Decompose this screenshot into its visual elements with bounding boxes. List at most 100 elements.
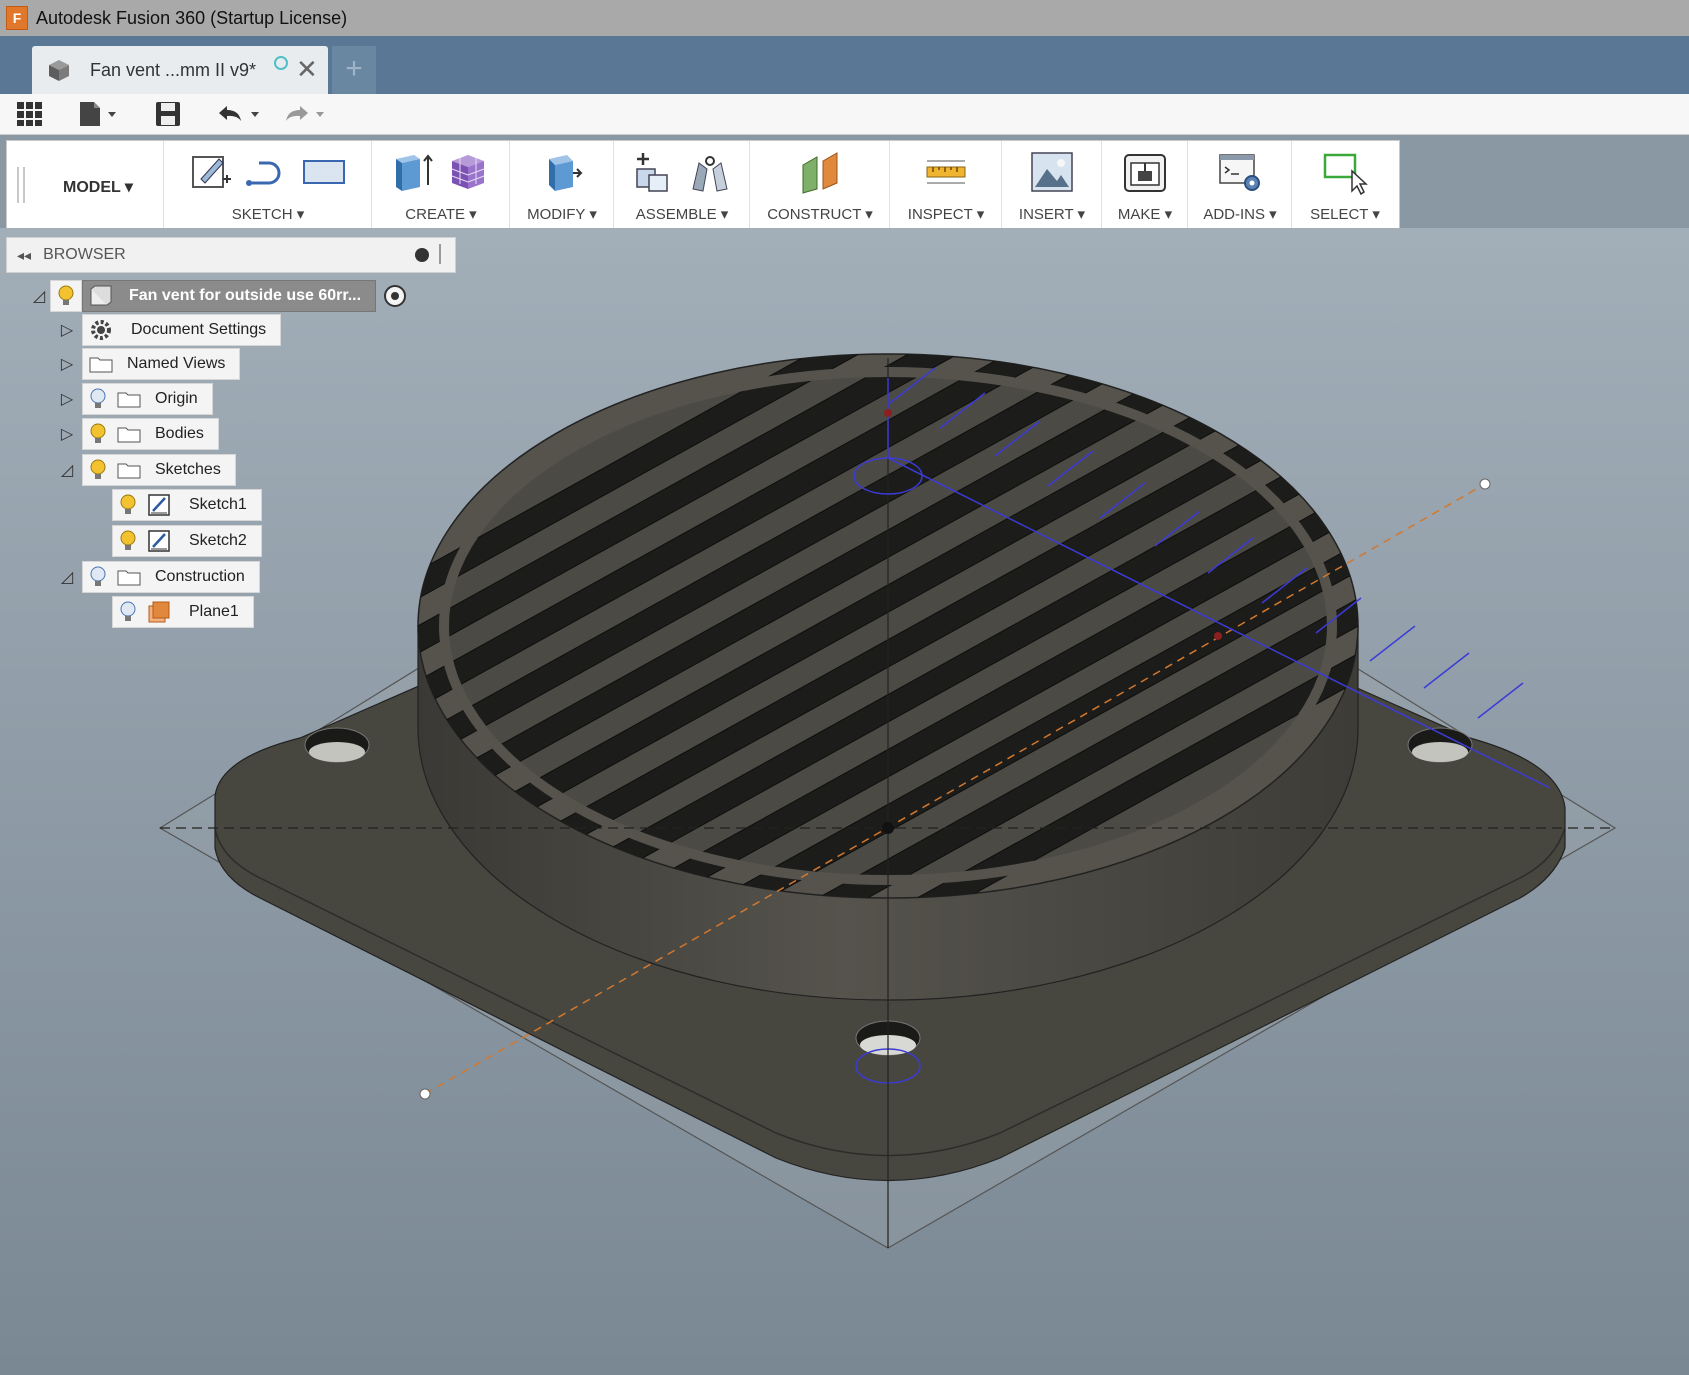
document-settings-label: Document Settings [131, 321, 267, 338]
folder-icon [89, 357, 113, 373]
rectangle-icon[interactable] [301, 149, 347, 195]
collapsed-triangle-icon[interactable]: ▷ [56, 319, 78, 341]
file-menu-icon[interactable] [78, 100, 120, 128]
design-cube-icon [49, 60, 69, 81]
select-menu-label: SELECT ▾ [1310, 206, 1380, 223]
browser-item-sketch1[interactable]: Sketch1 [112, 489, 262, 521]
browser-item-sketches[interactable]: ◿ Sketches [56, 454, 236, 486]
new-tab-button[interactable]: + [332, 46, 376, 94]
origin-pill[interactable]: Origin [82, 383, 213, 415]
undo-icon[interactable] [215, 100, 263, 128]
construct-group[interactable]: CONSTRUCT ▾ [749, 141, 890, 229]
inspect-group[interactable]: INSPECT ▾ [889, 141, 1002, 229]
scripts-addins-icon[interactable] [1217, 149, 1263, 195]
browser-item-origin[interactable]: ▷ Origin [56, 383, 213, 415]
collapsed-triangle-icon[interactable]: ▷ [56, 423, 78, 445]
sketch-icon [148, 494, 170, 516]
browser-root-node[interactable]: ◿ Fan vent for outside use 60rr... [28, 280, 408, 312]
lightbulb-off-icon[interactable] [119, 601, 137, 623]
named-views-label: Named Views [127, 355, 226, 372]
create-sketch-icon[interactable] [189, 149, 235, 195]
browser-item-document-settings[interactable]: ▷ Document Settings [56, 314, 282, 346]
document-tab-label: Fan vent ...mm II v9* [90, 59, 257, 80]
collapsed-triangle-icon[interactable]: ▷ [56, 388, 78, 410]
sketch2-pill[interactable]: Sketch2 [112, 525, 262, 557]
expanded-triangle-icon[interactable]: ◿ [56, 566, 78, 588]
lightbulb-off-icon[interactable] [89, 388, 107, 410]
construction-pill[interactable]: Construction [82, 561, 260, 593]
document-tab[interactable]: Fan vent ...mm II v9* ✕ [32, 46, 328, 94]
window-title: Autodesk Fusion 360 (Startup License) [36, 7, 348, 28]
folder-icon [117, 427, 141, 443]
component-icon [90, 285, 112, 306]
lightbulb-on-icon[interactable] [89, 459, 107, 481]
lightbulb-on-icon[interactable] [119, 530, 137, 552]
plane1-pill[interactable]: Plane1 [112, 596, 254, 628]
add-ins-menu-label: ADD-INS ▾ [1203, 206, 1277, 223]
browser-item-sketch2[interactable]: Sketch2 [112, 525, 262, 557]
select-group[interactable]: SELECT ▾ [1291, 141, 1398, 229]
bodies-pill[interactable]: Bodies [82, 418, 219, 450]
toolbar-grip[interactable] [17, 167, 25, 203]
make-menu-label: MAKE ▾ [1117, 206, 1173, 223]
bodies-label: Bodies [155, 425, 204, 442]
folder-icon [117, 392, 141, 408]
activate-component-icon[interactable] [382, 283, 408, 309]
collapsed-triangle-icon[interactable]: ▷ [56, 353, 78, 375]
create-menu-label: CREATE ▾ [405, 206, 477, 223]
construction-plane-icon [148, 601, 170, 623]
browser-item-construction[interactable]: ◿ Construction [56, 561, 260, 593]
sketch1-pill[interactable]: Sketch1 [112, 489, 262, 521]
offset-plane-icon[interactable] [797, 149, 843, 195]
expanded-triangle-icon[interactable]: ◿ [28, 285, 50, 307]
make-group[interactable]: MAKE ▾ [1101, 141, 1188, 229]
sketch2-label: Sketch2 [189, 532, 247, 549]
redo-icon[interactable] [280, 100, 328, 128]
browser-options-icon[interactable] [415, 248, 429, 262]
sketch1-label: Sketch1 [189, 496, 247, 513]
insert-group[interactable]: INSERT ▾ [1001, 141, 1102, 229]
save-icon[interactable] [155, 100, 181, 128]
sync-status-icon [274, 56, 288, 70]
select-icon[interactable] [1322, 149, 1368, 195]
browser-resize-handle[interactable] [439, 244, 441, 264]
lightbulb-on-icon [58, 285, 74, 305]
add-ins-group[interactable]: ADD-INS ▾ [1187, 141, 1292, 229]
sketch-group[interactable]: SKETCH ▾ [163, 141, 372, 229]
expanded-triangle-icon[interactable]: ◿ [56, 459, 78, 481]
press-pull-icon[interactable] [539, 149, 585, 195]
insert-menu-label: INSERT ▾ [1018, 206, 1086, 223]
browser-item-bodies[interactable]: ▷ Bodies [56, 418, 219, 450]
root-component[interactable]: Fan vent for outside use 60rr... [82, 280, 377, 312]
joint-icon[interactable] [687, 149, 733, 195]
sketches-pill[interactable]: Sketches [82, 454, 236, 486]
browser-item-plane1[interactable]: Plane1 [112, 596, 254, 628]
lightbulb-on-icon[interactable] [89, 423, 107, 445]
title-bar: F Autodesk Fusion 360 (Startup License) [0, 0, 1689, 36]
assemble-group[interactable]: ASSEMBLE ▾ [613, 141, 750, 229]
insert-image-icon[interactable] [1029, 149, 1075, 195]
create-group[interactable]: CREATE ▾ [371, 141, 510, 229]
root-component-label: Fan vent for outside use 60rr... [129, 287, 362, 304]
lightbulb-on-icon[interactable] [119, 494, 137, 516]
collapse-browser-button[interactable]: ◂◂ [17, 247, 31, 264]
named-views-pill[interactable]: Named Views [82, 348, 241, 380]
line-arc-icon[interactable] [245, 149, 291, 195]
visibility-toggle[interactable] [50, 280, 82, 312]
3d-viewport[interactable] [0, 228, 1689, 1375]
new-component-icon[interactable] [631, 149, 677, 195]
lightbulb-off-icon[interactable] [89, 566, 107, 588]
document-settings-pill[interactable]: Document Settings [82, 314, 282, 346]
close-tab-button[interactable]: ✕ [296, 54, 318, 84]
inspect-menu-label: INSPECT ▾ [907, 206, 985, 223]
modify-menu-label: MODIFY ▾ [527, 206, 597, 223]
data-panel-grid-icon[interactable] [16, 100, 44, 128]
3d-print-icon[interactable] [1122, 149, 1168, 195]
form-icon[interactable] [446, 149, 492, 195]
extrude-icon[interactable] [390, 149, 436, 195]
browser-item-named-views[interactable]: ▷ Named Views [56, 348, 241, 380]
fusion-logo-icon: F [6, 6, 28, 30]
workspace-switcher[interactable]: MODEL ▾ [63, 177, 133, 197]
measure-icon[interactable] [923, 149, 969, 195]
modify-group[interactable]: MODIFY ▾ [509, 141, 614, 229]
